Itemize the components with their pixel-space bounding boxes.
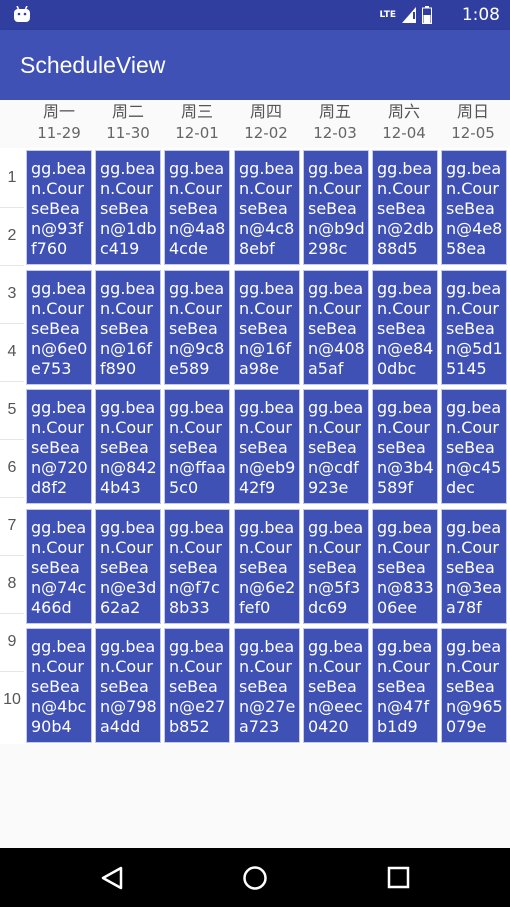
day-header-sat: 周六 12-04 — [371, 100, 437, 148]
course-cell[interactable]: gg.bean.CourseBean@16fa98e — [234, 270, 300, 385]
course-cell[interactable]: gg.bean.CourseBean@408a5af — [303, 270, 369, 385]
row-number: 7 — [7, 517, 17, 534]
week-header: 周一 11-29 周二 11-30 周三 12-01 周四 12-02 周五 1… — [0, 100, 510, 148]
app-title: ScheduleView — [20, 52, 166, 78]
row-divider — [0, 497, 24, 498]
day-date: 11-30 — [106, 124, 150, 142]
day-date: 12-04 — [382, 124, 426, 142]
course-cell[interactable]: gg.bean.CourseBean@eb942f9 — [234, 389, 300, 504]
day-date: 11-29 — [37, 124, 81, 142]
recents-icon[interactable] — [383, 864, 413, 892]
day-name: 周一 — [42, 102, 75, 121]
course-cell[interactable]: gg.bean.CourseBean@e27b852 — [164, 628, 230, 743]
day-name: 周六 — [387, 102, 420, 121]
course-cell[interactable]: gg.bean.CourseBean@5d15145 — [441, 270, 507, 385]
course-cell[interactable]: gg.bean.CourseBean@c45dec — [441, 389, 507, 504]
course-cell[interactable]: gg.bean.CourseBean@6e2fef0 — [234, 509, 300, 624]
day-date: 12-05 — [451, 124, 495, 142]
course-cell[interactable]: gg.bean.CourseBean@720d8f2 — [26, 389, 92, 504]
day-header-tue: 周二 11-30 — [95, 100, 161, 148]
navigation-bar — [0, 848, 510, 907]
course-cell[interactable]: gg.bean.CourseBean@4a84cde — [164, 150, 230, 265]
row-divider — [0, 381, 24, 382]
course-cell[interactable]: gg.bean.CourseBean@16ff890 — [95, 270, 161, 385]
android-icon — [14, 6, 30, 22]
course-cell[interactable]: gg.bean.CourseBean@4bc90b4 — [26, 628, 92, 743]
day-name: 周五 — [318, 102, 351, 121]
row-divider — [0, 671, 24, 672]
row-number: 8 — [7, 575, 17, 592]
course-cell[interactable]: gg.bean.CourseBean@965079e — [441, 628, 507, 743]
battery-icon — [422, 6, 432, 24]
day-date: 12-03 — [313, 124, 357, 142]
day-header-wed: 周三 12-01 — [164, 100, 230, 148]
day-name: 周日 — [456, 102, 489, 121]
row-number: 9 — [7, 633, 17, 650]
course-cell[interactable]: gg.bean.CourseBean@8424b43 — [95, 389, 161, 504]
day-name: 周二 — [111, 102, 144, 121]
row-divider — [0, 439, 24, 440]
course-cell[interactable]: gg.bean.CourseBean@27ea723 — [234, 628, 300, 743]
course-cell[interactable]: gg.bean.CourseBean@798a4dd — [95, 628, 161, 743]
course-cell[interactable]: gg.bean.CourseBean@83306ee — [372, 509, 438, 624]
day-header-thu: 周四 12-02 — [233, 100, 299, 148]
course-cell[interactable]: gg.bean.CourseBean@eec0420 — [303, 628, 369, 743]
row-number: 5 — [7, 401, 17, 418]
row-number: 2 — [7, 227, 17, 244]
row-divider — [0, 207, 24, 208]
course-cell[interactable]: gg.bean.CourseBean@74c466d — [26, 509, 92, 624]
row-number: 10 — [3, 691, 21, 708]
day-header-fri: 周五 12-03 — [302, 100, 368, 148]
back-icon[interactable] — [97, 864, 127, 892]
row-divider — [0, 265, 24, 266]
status-time: 1:08 — [461, 5, 500, 25]
day-header-mon: 周一 11-29 — [26, 100, 92, 148]
row-number: 1 — [7, 169, 17, 186]
course-cell[interactable]: gg.bean.CourseBean@5f3dc69 — [303, 509, 369, 624]
course-cell[interactable]: gg.bean.CourseBean@3b4589f — [372, 389, 438, 504]
course-cell[interactable]: gg.bean.CourseBean@3eaa78f — [441, 509, 507, 624]
row-number: 6 — [7, 459, 17, 476]
row-divider — [0, 613, 24, 614]
signal-icon — [402, 7, 416, 23]
course-cell[interactable]: gg.bean.CourseBean@4e858ea — [441, 150, 507, 265]
row-divider — [0, 555, 24, 556]
row-number: 4 — [7, 343, 17, 360]
row-divider — [0, 323, 24, 324]
course-cell[interactable]: gg.bean.CourseBean@1dbc419 — [95, 150, 161, 265]
course-cell[interactable]: gg.bean.CourseBean@f7c8b33 — [164, 509, 230, 624]
day-header-sun: 周日 12-05 — [440, 100, 506, 148]
lte-icon: LTE — [379, 9, 396, 20]
course-cell[interactable]: gg.bean.CourseBean@ffaa5c0 — [164, 389, 230, 504]
status-bar: LTE 1:08 — [0, 0, 510, 30]
day-name: 周四 — [249, 102, 282, 121]
course-cell[interactable]: gg.bean.CourseBean@6e0e753 — [26, 270, 92, 385]
app-bar: ScheduleView — [0, 30, 510, 100]
row-number: 3 — [7, 285, 17, 302]
course-cell[interactable]: gg.bean.CourseBean@2db88d5 — [372, 150, 438, 265]
course-cell[interactable]: gg.bean.CourseBean@cdf923e — [303, 389, 369, 504]
course-cell[interactable]: gg.bean.CourseBean@e840dbc — [372, 270, 438, 385]
schedule-grid: 1 2 3 4 5 6 7 8 9 10 gg.bean.CourseBean@93ff760 gg.… — [0, 148, 510, 744]
course-cell[interactable]: gg.bean.CourseBean@93ff760 — [26, 150, 92, 265]
home-icon[interactable] — [240, 864, 270, 892]
course-cell[interactable]: gg.bean.CourseBean@9c8e589 — [164, 270, 230, 385]
course-cell[interactable]: gg.bean.CourseBean@b9d298c — [303, 150, 369, 265]
day-date: 12-01 — [175, 124, 219, 142]
course-cell[interactable]: gg.bean.CourseBean@4c88ebf — [234, 150, 300, 265]
course-cell[interactable]: gg.bean.CourseBean@47fb1d9 — [372, 628, 438, 743]
course-cell[interactable]: gg.bean.CourseBean@e3d62a2 — [95, 509, 161, 624]
day-date: 12-02 — [244, 124, 288, 142]
day-name: 周三 — [180, 102, 213, 121]
